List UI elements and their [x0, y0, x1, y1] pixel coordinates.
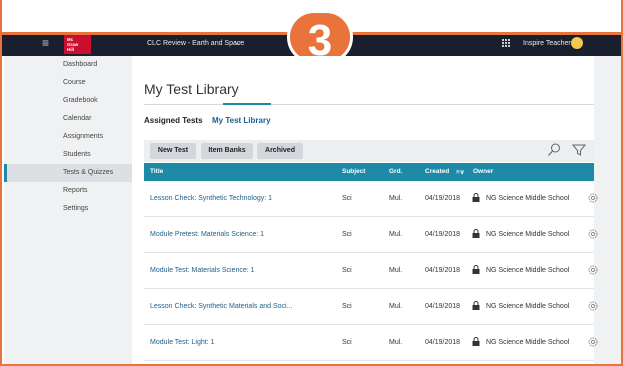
test-title-link[interactable]: Lesson Check: Synthetic Materials and So… — [150, 303, 292, 310]
user-name[interactable]: Inspire Teacher — [523, 40, 571, 47]
created-cell: 04/19/2018 — [425, 339, 461, 346]
sidebar: Dashboard Course Gradebook Calendar Assi… — [4, 56, 132, 364]
gear-icon[interactable] — [587, 192, 599, 204]
sidebar-item-label: Settings — [63, 205, 89, 212]
divider-accent — [223, 103, 271, 105]
search-icon[interactable] — [547, 142, 561, 158]
gear-icon[interactable] — [587, 264, 599, 276]
avatar[interactable] — [571, 37, 583, 49]
sidebar-item-reports[interactable]: Reports — [4, 182, 132, 200]
tab-assigned-tests[interactable]: Assigned Tests — [144, 116, 203, 125]
test-title-link[interactable]: Module Test: Materials Science: 1 — [150, 267, 255, 274]
right-rail — [594, 56, 621, 364]
owner-cell: NG Science Middle School — [486, 195, 570, 202]
table-row[interactable]: Module Test: Light: 1 Sci Mul. 04/19/201… — [144, 325, 598, 361]
sidebar-item-assignments[interactable]: Assignments — [4, 128, 132, 146]
sidebar-item-label: Dashboard — [63, 61, 98, 68]
subject-cell: Sci — [342, 195, 352, 202]
divider — [144, 104, 594, 105]
grade-cell: Mul. — [389, 195, 403, 202]
sidebar-item-gradebook[interactable]: Gradebook — [4, 92, 132, 110]
filter-icon[interactable] — [572, 143, 586, 157]
sidebar-item-dashboard[interactable]: Dashboard — [4, 56, 132, 74]
grade-cell: Mul. — [389, 231, 403, 238]
lock-icon — [472, 337, 480, 346]
created-cell: 04/19/2018 — [425, 303, 461, 310]
course-selector-label[interactable]: CLC Review - Earth and Space — [147, 40, 244, 47]
toolbar: New Test Item Banks Archived — [144, 140, 594, 162]
owner-cell: NG Science Middle School — [486, 303, 570, 310]
owner-cell: NG Science Middle School — [486, 267, 570, 274]
table-row[interactable]: Module Pretest: Materials Science: 1 Sci… — [144, 217, 598, 253]
item-banks-button[interactable]: Item Banks — [201, 143, 253, 159]
created-cell: 04/19/2018 — [425, 231, 461, 238]
archived-button[interactable]: Archived — [257, 143, 303, 159]
menu-icon[interactable]: ≡ — [42, 36, 56, 50]
sidebar-item-students[interactable]: Students — [4, 146, 132, 164]
sidebar-item-label: Assignments — [63, 133, 104, 140]
subject-cell: Sci — [342, 303, 352, 310]
gear-icon[interactable] — [587, 336, 599, 348]
sort-icon[interactable]: ≡∨ — [456, 168, 465, 176]
column-header-created[interactable]: Created — [425, 168, 449, 175]
subject-cell: Sci — [342, 231, 352, 238]
lock-icon — [472, 301, 480, 310]
grade-cell: Mul. — [389, 339, 403, 346]
column-header-title[interactable]: Title — [150, 168, 163, 175]
table-row[interactable]: Lesson Check: Synthetic Materials and So… — [144, 289, 598, 325]
sidebar-item-label: Gradebook — [63, 97, 98, 104]
column-header-owner[interactable]: Owner — [473, 168, 493, 175]
subject-cell: Sci — [342, 267, 352, 274]
brand-logo[interactable]: Mc Graw Hill — [64, 35, 91, 54]
test-title-link[interactable]: Lesson Check: Synthetic Technology: 1 — [150, 195, 272, 202]
test-title-link[interactable]: Module Test: Light: 1 — [150, 339, 214, 346]
created-cell: 04/19/2018 — [425, 267, 461, 274]
main-content: My Test Library Assigned Tests My Test L… — [132, 56, 598, 364]
sidebar-item-label: Reports — [63, 187, 88, 194]
page-title: My Test Library — [144, 81, 239, 97]
test-title-link[interactable]: Module Pretest: Materials Science: 1 — [150, 231, 264, 238]
table-header: Title Subject Grd. Created ≡∨ Owner — [144, 163, 594, 181]
tab-my-test-library[interactable]: My Test Library — [212, 116, 271, 125]
table-row[interactable]: Module Test: Materials Science: 1 Sci Mu… — [144, 253, 598, 289]
table-row[interactable]: Lesson Check: Synthetic Technology: 1 Sc… — [144, 181, 598, 217]
gear-icon[interactable] — [587, 228, 599, 240]
sidebar-item-label: Students — [63, 151, 91, 158]
sidebar-item-label: Tests & Quizzes — [63, 169, 114, 176]
new-test-button[interactable]: New Test — [150, 143, 196, 159]
sidebar-item-label: Course — [63, 79, 86, 86]
lock-icon — [472, 229, 480, 238]
chevron-down-icon[interactable]: ⌵ — [234, 37, 242, 48]
lock-icon — [472, 193, 480, 202]
created-cell: 04/19/2018 — [425, 195, 461, 202]
grade-cell: Mul. — [389, 267, 403, 274]
subject-cell: Sci — [342, 339, 352, 346]
owner-cell: NG Science Middle School — [486, 339, 570, 346]
sidebar-item-calendar[interactable]: Calendar — [4, 110, 132, 128]
owner-cell: NG Science Middle School — [486, 231, 570, 238]
lock-icon — [472, 265, 480, 274]
column-header-subject[interactable]: Subject — [342, 168, 365, 175]
grade-cell: Mul. — [389, 303, 403, 310]
apps-grid-icon[interactable] — [502, 39, 512, 49]
sidebar-item-tests-quizzes[interactable]: Tests & Quizzes — [4, 164, 132, 182]
sidebar-item-course[interactable]: Course — [4, 74, 132, 92]
app-frame: ≡ Mc Graw Hill CLC Review - Earth and Spac… — [0, 0, 623, 366]
sidebar-item-label: Calendar — [63, 115, 92, 122]
gear-icon[interactable] — [587, 300, 599, 312]
column-header-grade[interactable]: Grd. — [389, 168, 402, 175]
sidebar-item-settings[interactable]: Settings — [4, 200, 132, 218]
